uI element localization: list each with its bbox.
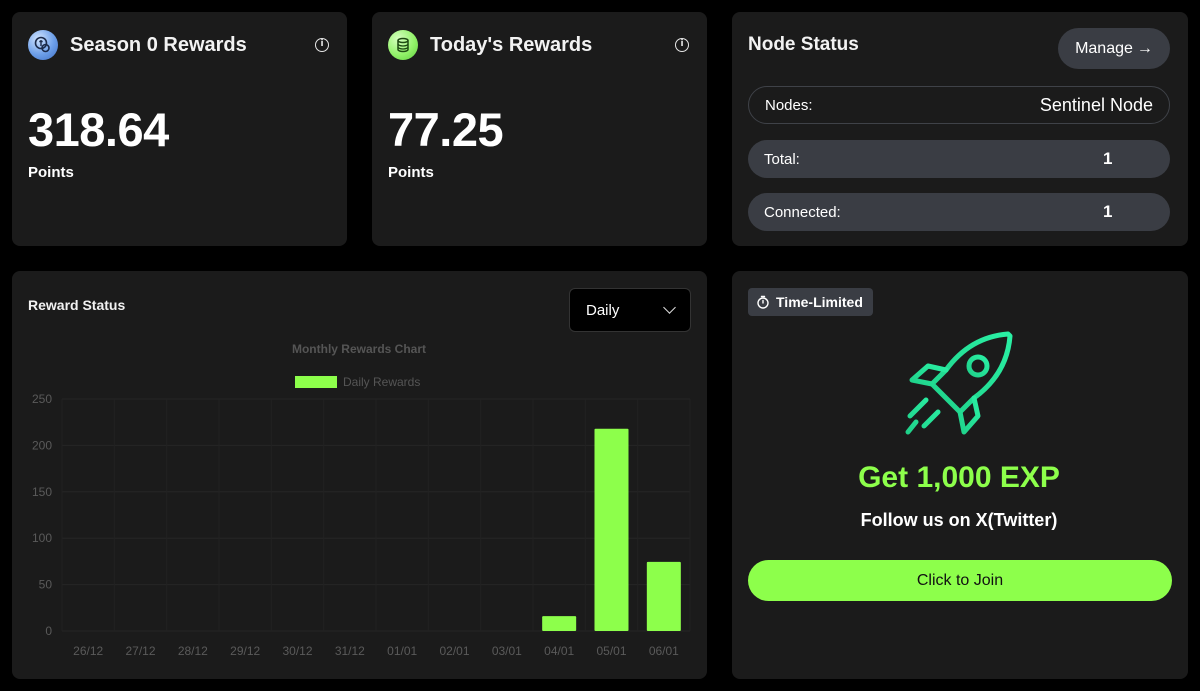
season-rewards-title: Season 0 Rewards <box>70 33 247 56</box>
today-rewards-header: Today's Rewards <box>388 30 592 60</box>
info-icon[interactable]: i <box>675 38 689 52</box>
bar <box>594 428 629 631</box>
x-tick-label: 27/12 <box>125 644 155 658</box>
x-tick-label: 31/12 <box>335 644 365 658</box>
bar <box>542 616 577 631</box>
y-tick-label: 150 <box>32 485 52 499</box>
x-tick-label: 06/01 <box>649 644 679 658</box>
total-row: Total: 1 <box>748 140 1170 178</box>
today-rewards-value: 77.25 <box>388 103 504 156</box>
arrow-right-icon: → <box>1136 39 1153 57</box>
today-rewards-unit: Points <box>388 164 434 181</box>
node-status-card: Node Status Manage → Nodes: Sentinel Nod… <box>732 12 1188 246</box>
connected-label: Connected: <box>764 203 841 221</box>
x-tick-label: 29/12 <box>230 644 260 658</box>
x-tick-label: 30/12 <box>282 644 312 658</box>
y-tick-label: 250 <box>32 392 52 406</box>
total-value: 1 <box>1103 149 1113 168</box>
x-tick-label: 26/12 <box>73 644 103 658</box>
y-tick-label: 0 <box>45 624 52 638</box>
total-label: Total: <box>764 150 800 168</box>
bar <box>646 561 681 631</box>
x-tick-label: 03/01 <box>492 644 522 658</box>
promo-title: Get 1,000 EXP <box>858 461 1060 494</box>
season-rewards-header: Season 0 Rewards <box>28 30 247 60</box>
rocket-icon <box>905 331 1013 435</box>
connected-value: 1 <box>1103 202 1113 221</box>
y-tick-label: 100 <box>32 531 52 545</box>
x-tick-label: 04/01 <box>544 644 574 658</box>
nodes-label: Nodes: <box>765 96 813 114</box>
info-icon[interactable]: i <box>315 38 329 52</box>
y-tick-label: 50 <box>39 578 53 592</box>
nodes-row: Nodes: Sentinel Node <box>748 86 1170 124</box>
manage-button[interactable]: Manage → <box>1058 28 1170 69</box>
join-button-label: Click to Join <box>916 571 1004 589</box>
season-coin-icon <box>28 30 58 60</box>
season-rewards-unit: Points <box>28 164 74 181</box>
rewards-bar-chart: 0 50 100 150 200 250 26/12 27/12 28/12 29/12 30/12… <box>32 392 691 658</box>
today-rewards-card: Today's Rewards i 77.25 Points <box>372 12 707 246</box>
promo-subtitle: Follow us on X(Twitter) <box>860 510 1058 530</box>
reward-status-card: Reward Status Daily Monthly Rewards Char… <box>12 271 707 679</box>
connected-row: Connected: 1 <box>748 193 1170 231</box>
nodes-value: Sentinel Node <box>1039 94 1153 115</box>
manage-button-label: Manage <box>1075 39 1133 57</box>
promo-card: Time-Limited Get 1,000 EXP Follow us on … <box>732 271 1188 679</box>
badge-label: Time-Limited <box>776 294 863 310</box>
season-rewards-value: 318.64 <box>28 103 169 156</box>
season-rewards-card: Season 0 Rewards i 318.64 Points <box>12 12 347 246</box>
node-status-title: Node Status <box>748 34 859 55</box>
click-to-join-button[interactable]: Click to Join <box>748 560 1172 601</box>
coin-stack-icon <box>388 30 418 60</box>
x-tick-label: 02/01 <box>439 644 469 658</box>
stopwatch-icon <box>757 295 769 309</box>
x-tick-label: 05/01 <box>596 644 626 658</box>
y-tick-label: 200 <box>32 438 52 452</box>
x-tick-label: 01/01 <box>387 644 417 658</box>
time-limited-badge: Time-Limited <box>748 288 873 316</box>
today-rewards-title: Today's Rewards <box>430 33 593 56</box>
x-tick-label: 28/12 <box>178 644 208 658</box>
